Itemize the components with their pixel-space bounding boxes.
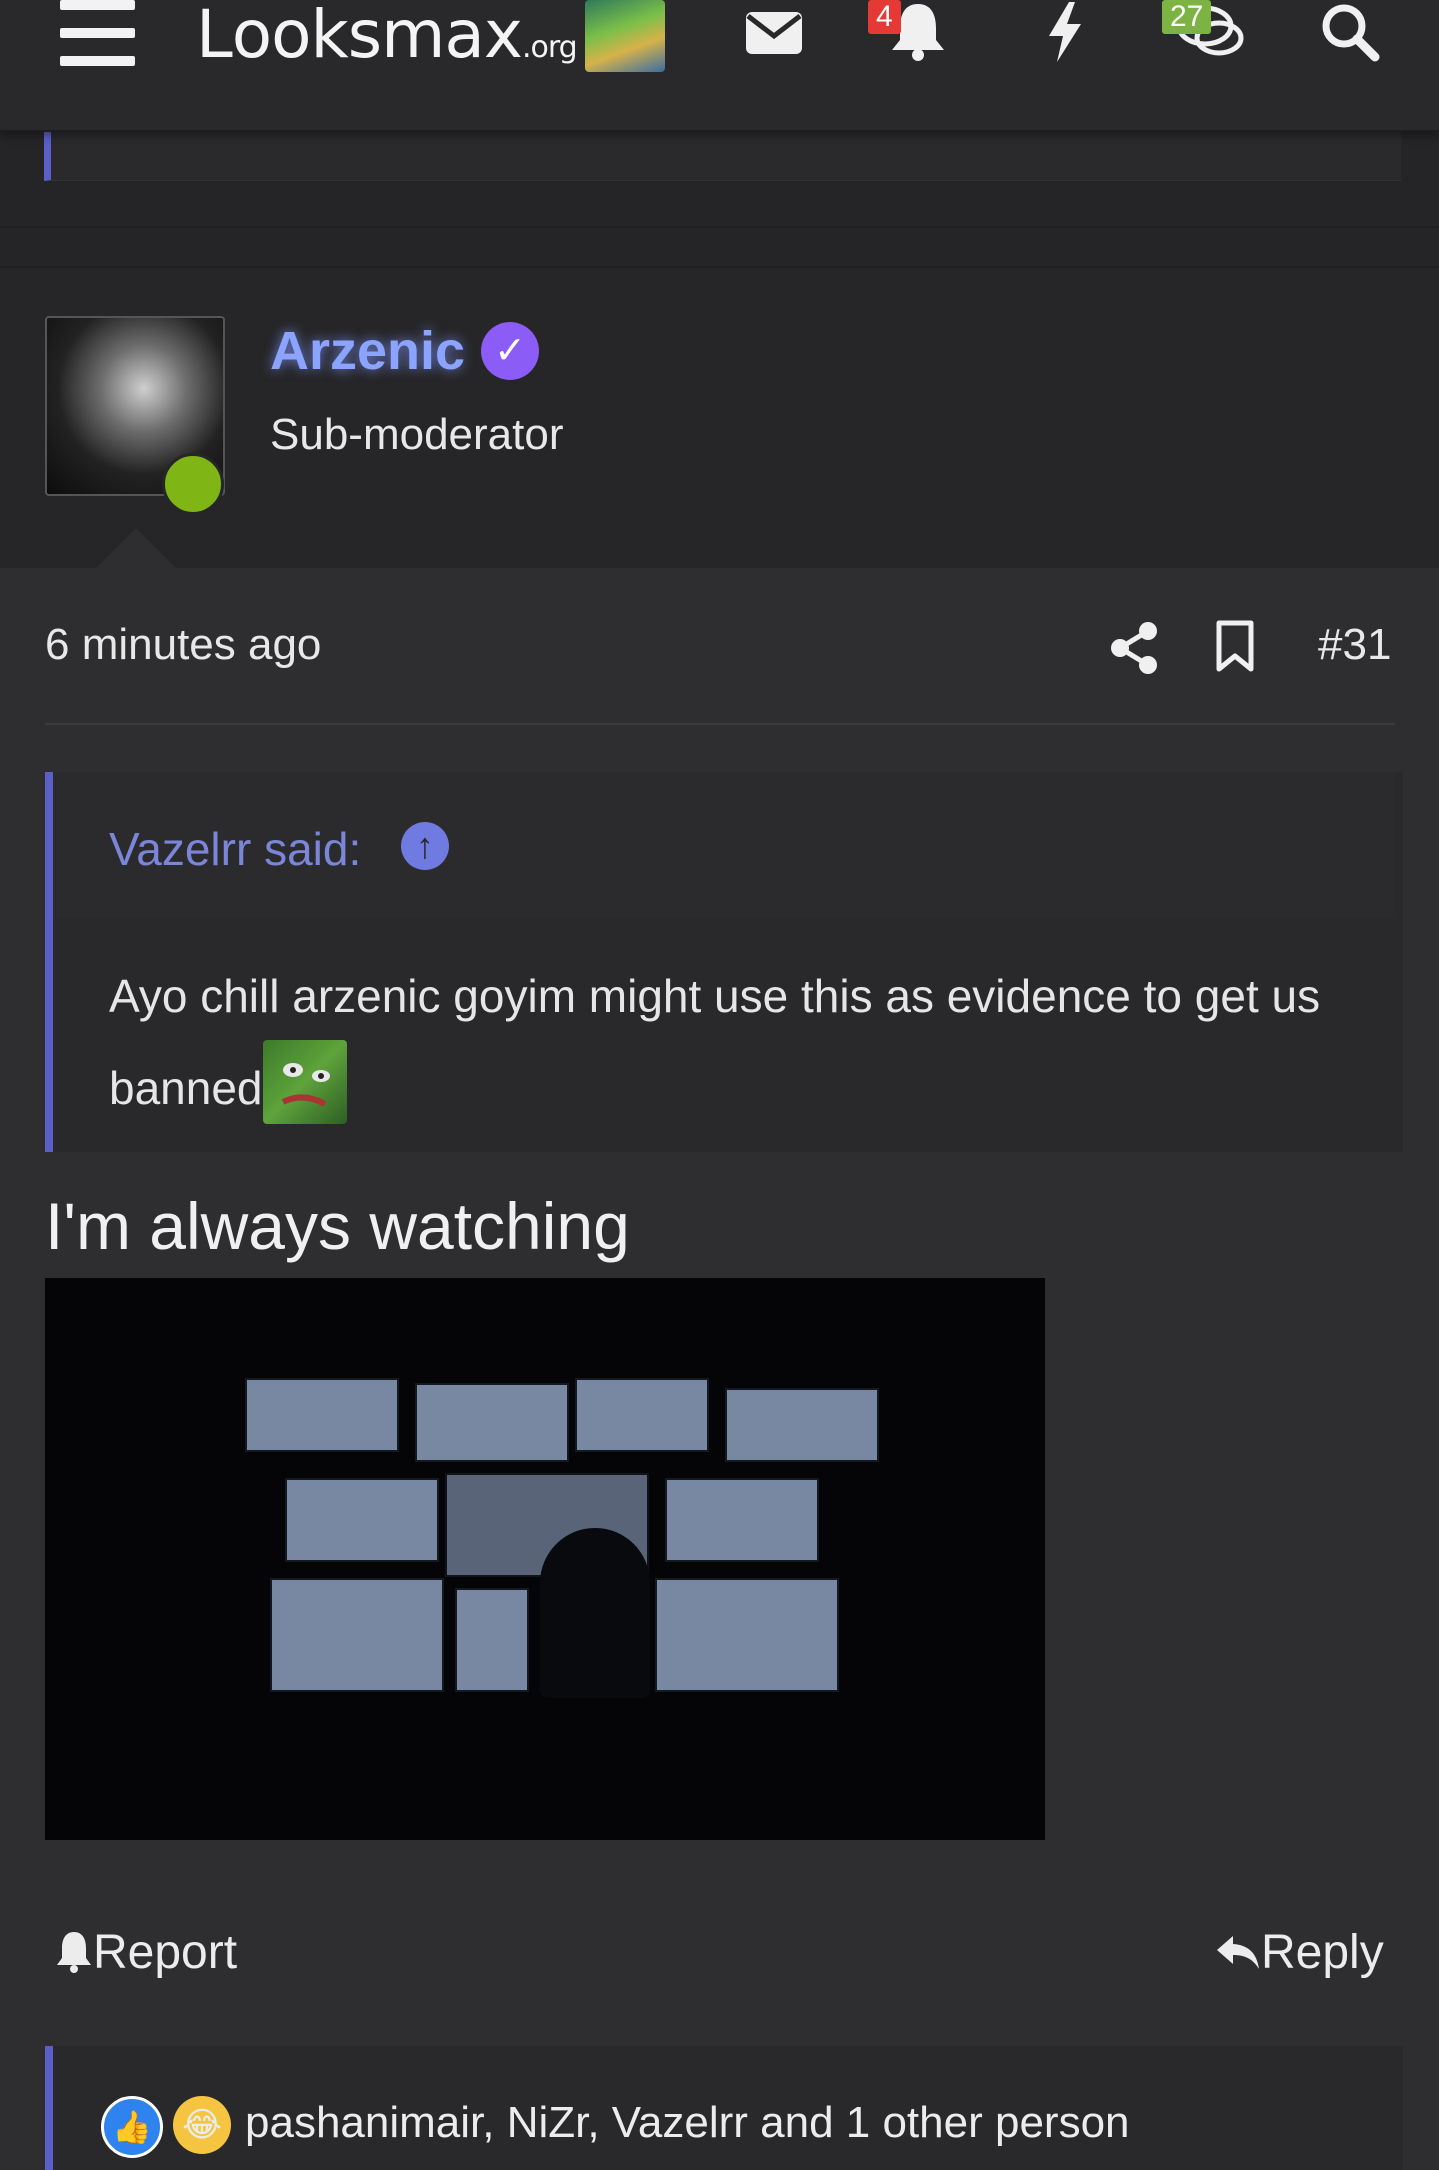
person-silhouette (540, 1528, 650, 1698)
quote-author[interactable]: Vazelrr said: (109, 822, 361, 876)
report-label: Report (93, 1926, 238, 1979)
online-status-indicator (162, 453, 224, 515)
post-timestamp[interactable]: 6 minutes ago (45, 620, 321, 670)
post-header-divider (45, 723, 1395, 725)
bell-icon (57, 1932, 91, 1973)
arrow-up-circle-icon[interactable]: ↑ (401, 822, 449, 870)
reply-arrow-icon (1217, 1936, 1259, 1969)
menu-icon[interactable] (60, 0, 135, 66)
laughing-reaction-icon: 😂 (173, 2096, 231, 2154)
verified-check-icon: ✓ (481, 322, 539, 380)
post-number-link[interactable]: #31 (1318, 620, 1391, 670)
reply-label: Reply (1261, 1926, 1384, 1979)
pepe-emoji-icon (262, 1040, 347, 1124)
search-icon[interactable] (1320, 2, 1380, 62)
post-message-text: I'm always watching (45, 1189, 630, 1263)
like-reaction-icon: 👍 (101, 2096, 163, 2158)
lightning-icon[interactable] (1045, 2, 1085, 62)
user-title: Sub-moderator (270, 410, 564, 459)
reply-button[interactable]: Reply (1215, 1925, 1384, 1980)
logo-suffix: .org (521, 30, 578, 65)
envelope-icon[interactable] (744, 10, 804, 56)
post-author-name[interactable]: Arzenic (270, 320, 465, 382)
top-navigation-bar: Lᴏᴏksmax.org 4 27 (0, 0, 1439, 132)
reactions-bar[interactable]: 👍 😂 pashanimair, NiZr, Vazelrr and 1 oth… (45, 2046, 1403, 2170)
post-divider (0, 226, 1439, 228)
report-button[interactable]: Report (55, 1925, 237, 1980)
user-block-pointer (96, 528, 176, 568)
reactions-list[interactable]: pashanimair, NiZr, Vazelrr and 1 other p… (245, 2098, 1130, 2148)
conversations-badge: 27 (1162, 0, 1212, 34)
account-avatar[interactable] (585, 0, 665, 72)
site-logo[interactable]: Lᴏᴏksmax.org (196, 0, 578, 73)
quote-header: Vazelrr said: ↑ (53, 772, 1395, 918)
quote-block: Vazelrr said: ↑ Ayo chill arzenic goyim … (45, 772, 1403, 1152)
logo-text: Lᴏᴏksmax (196, 0, 523, 73)
post-image-surveillance-monitors[interactable] (45, 1278, 1045, 1840)
bookmark-icon[interactable] (1215, 620, 1255, 672)
share-icon[interactable] (1110, 622, 1158, 674)
notifications-badge: 4 (868, 0, 901, 34)
quote-text: Ayo chill arzenic goyim might use this a… (109, 952, 1369, 1132)
